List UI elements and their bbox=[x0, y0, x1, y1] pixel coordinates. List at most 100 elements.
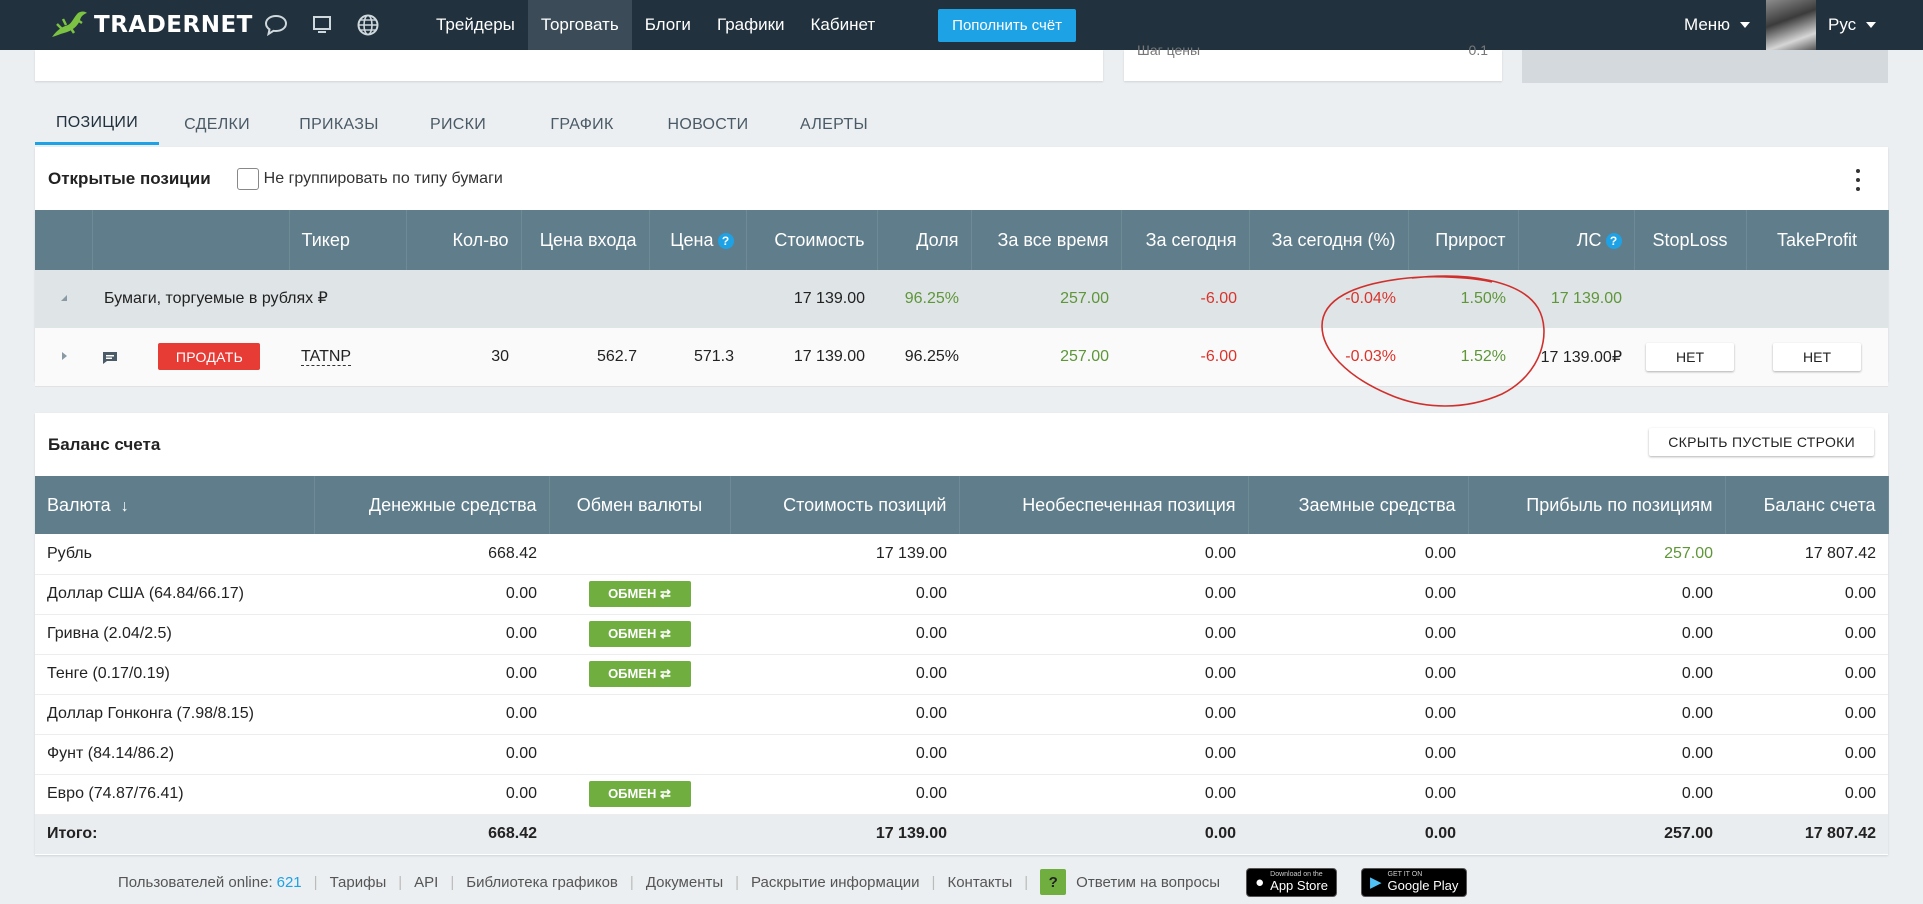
col-currency[interactable]: Валюта ↓ bbox=[35, 476, 315, 534]
takeprofit-cell: НЕТ bbox=[1746, 328, 1888, 387]
position-row: ПРОДАТЬ TATNP 30 562.7 571.3 17 139.00 9… bbox=[35, 328, 1888, 387]
total-cell: 0.00 bbox=[1725, 614, 1888, 655]
tab-alerts[interactable]: АЛЕРТЫ bbox=[765, 104, 903, 145]
tab-chart[interactable]: ГРАФИК bbox=[513, 104, 651, 145]
ticker-link[interactable]: TATNP bbox=[301, 347, 352, 366]
menu-dropdown[interactable]: Меню bbox=[1684, 0, 1750, 50]
col-today-pct[interactable]: За сегодня (%) bbox=[1249, 210, 1409, 270]
balance-row-gbp: Фунт (84.14/86.2) 0.00 0.00 0.00 0.00 0.… bbox=[35, 734, 1888, 775]
help-icon[interactable]: ? bbox=[717, 232, 734, 249]
nav-traders[interactable]: Трейдеры bbox=[423, 0, 528, 50]
group-stoploss bbox=[1634, 270, 1746, 328]
qty-cell: 30 bbox=[406, 328, 521, 387]
question-icon[interactable]: ? bbox=[1040, 869, 1067, 895]
positions-header: Открытые позиции Не группировать по типу… bbox=[35, 147, 1888, 210]
google-play-badge[interactable]: ▶ GET IT ON Google Play bbox=[1360, 867, 1468, 897]
col-growth[interactable]: Прирост bbox=[1408, 210, 1519, 270]
sort-down-icon: ↓ bbox=[120, 497, 129, 515]
no-group-label: Не группировать по типу бумаги bbox=[263, 169, 503, 187]
positions-cell: 0.00 bbox=[730, 574, 959, 615]
online-users-count[interactable]: 621 bbox=[277, 874, 302, 891]
exchange-cell bbox=[549, 534, 730, 575]
exchange-cell: ОБМЕН ⇄ bbox=[549, 614, 730, 655]
footer-link-documents[interactable]: Документы bbox=[646, 874, 723, 891]
unsecured-cell: 0.00 bbox=[959, 574, 1248, 615]
group-ls: 17 139.00 bbox=[1518, 270, 1634, 328]
stoploss-button[interactable]: НЕТ bbox=[1646, 342, 1734, 371]
col-value[interactable]: Стоимость bbox=[746, 210, 878, 270]
apple-icon: ● bbox=[1255, 873, 1265, 891]
col-qty[interactable]: Кол-во bbox=[406, 210, 522, 270]
col-entry-price[interactable]: Цена входа bbox=[521, 210, 650, 270]
nav-trade[interactable]: Торговать bbox=[527, 0, 632, 50]
takeprofit-button[interactable]: НЕТ bbox=[1773, 342, 1861, 371]
total-cash: 668.42 bbox=[314, 814, 549, 854]
col-all-time[interactable]: За все время bbox=[971, 210, 1122, 270]
sell-button[interactable]: ПРОДАТЬ bbox=[158, 343, 261, 371]
col-share[interactable]: Доля bbox=[877, 210, 972, 270]
currency-cell: Доллар Гонконга (7.98/8.15) bbox=[35, 694, 314, 735]
col-today[interactable]: За сегодня bbox=[1121, 210, 1250, 270]
exchange-button[interactable]: ОБМЕН ⇄ bbox=[588, 621, 691, 647]
col-exchange[interactable]: Обмен валюты bbox=[549, 476, 731, 534]
col-profit[interactable]: Прибыль по позициям bbox=[1468, 476, 1726, 534]
google-play-big: Google Play bbox=[1387, 878, 1459, 893]
col-ls[interactable]: ЛС? bbox=[1518, 210, 1635, 270]
col-balance[interactable]: Баланс счета bbox=[1725, 476, 1889, 534]
tab-positions[interactable]: ПОЗИЦИИ bbox=[35, 104, 159, 145]
col-ticker[interactable]: Тикер bbox=[289, 210, 407, 270]
footer-link-api[interactable]: API bbox=[414, 874, 438, 891]
chevron-down-icon bbox=[1739, 22, 1750, 28]
tab-news[interactable]: НОВОСТИ bbox=[651, 104, 765, 145]
comment-icon[interactable] bbox=[102, 351, 118, 365]
user-avatar[interactable] bbox=[1766, 0, 1816, 50]
globe-icon[interactable] bbox=[354, 11, 382, 39]
app-store-badge[interactable]: ● Download on the App Store bbox=[1246, 867, 1337, 897]
col-price[interactable]: Цена? bbox=[649, 210, 747, 270]
positions-title: Открытые позиции bbox=[48, 168, 211, 188]
exchange-button[interactable]: ОБМЕН ⇄ bbox=[588, 581, 691, 607]
footer-help-link[interactable]: Ответим на вопросы bbox=[1076, 874, 1220, 891]
col-stoploss[interactable]: StopLoss bbox=[1634, 210, 1747, 270]
total-cell: 0.00 bbox=[1725, 574, 1888, 615]
exchange-button[interactable]: ОБМЕН ⇄ bbox=[588, 781, 691, 807]
col-unsecured[interactable]: Необеспеченная позиция bbox=[959, 476, 1249, 534]
collapse-toggle[interactable] bbox=[35, 270, 92, 328]
topup-account-button[interactable]: Пополнить счёт bbox=[938, 8, 1077, 42]
language-dropdown[interactable]: Рус bbox=[1828, 0, 1877, 50]
no-group-checkbox[interactable] bbox=[236, 167, 259, 190]
col-takeprofit[interactable]: TakeProfit bbox=[1746, 210, 1889, 270]
col-borrowed[interactable]: Заемные средства bbox=[1248, 476, 1469, 534]
tab-risks[interactable]: РИСКИ bbox=[403, 104, 513, 145]
no-group-toggle[interactable]: Не группировать по типу бумаги bbox=[236, 167, 503, 190]
monitor-icon[interactable] bbox=[308, 11, 336, 39]
nav-blogs[interactable]: Блоги bbox=[632, 0, 704, 50]
col-cash[interactable]: Денежные средства bbox=[314, 476, 550, 534]
tab-deals[interactable]: СДЕЛКИ bbox=[159, 104, 275, 145]
play-icon: ▶ bbox=[1369, 874, 1382, 891]
col-positions-value[interactable]: Стоимость позиций bbox=[730, 476, 960, 534]
tab-orders[interactable]: ПРИКАЗЫ bbox=[275, 104, 403, 145]
col-expand bbox=[35, 210, 93, 270]
hide-empty-rows-button[interactable]: СКРЫТЬ ПУСТЫЕ СТРОКИ bbox=[1649, 428, 1874, 456]
total-cell: 17 807.42 bbox=[1725, 534, 1888, 575]
price-step-value: 0.1 bbox=[1468, 42, 1488, 58]
footer-link-tariffs[interactable]: Тарифы bbox=[330, 874, 387, 891]
nav-cabinet[interactable]: Кабинет bbox=[798, 0, 889, 50]
footer-link-contacts[interactable]: Контакты bbox=[947, 874, 1012, 891]
footer-link-disclosure[interactable]: Раскрытие информации bbox=[751, 874, 920, 891]
logo[interactable]: TRADERNET bbox=[48, 7, 253, 43]
group-today: -6.00 bbox=[1121, 270, 1249, 328]
chat-icon[interactable] bbox=[262, 11, 290, 39]
help-icon[interactable]: ? bbox=[1605, 232, 1622, 249]
footer-link-chart-library[interactable]: Библиотека графиков bbox=[466, 874, 618, 891]
currency-cell: Рубль bbox=[35, 534, 314, 575]
unsecured-cell: 0.00 bbox=[959, 614, 1248, 655]
total-cell: 0.00 bbox=[1725, 654, 1888, 695]
positions-cell: 0.00 bbox=[730, 614, 959, 655]
exchange-button[interactable]: ОБМЕН ⇄ bbox=[588, 661, 691, 687]
expand-toggle[interactable] bbox=[35, 328, 92, 387]
more-options-icon[interactable] bbox=[1854, 169, 1862, 191]
balance-row-uah: Гривна (2.04/2.5) 0.00 ОБМЕН ⇄ 0.00 0.00… bbox=[35, 614, 1888, 655]
nav-charts[interactable]: Графики bbox=[704, 0, 798, 50]
